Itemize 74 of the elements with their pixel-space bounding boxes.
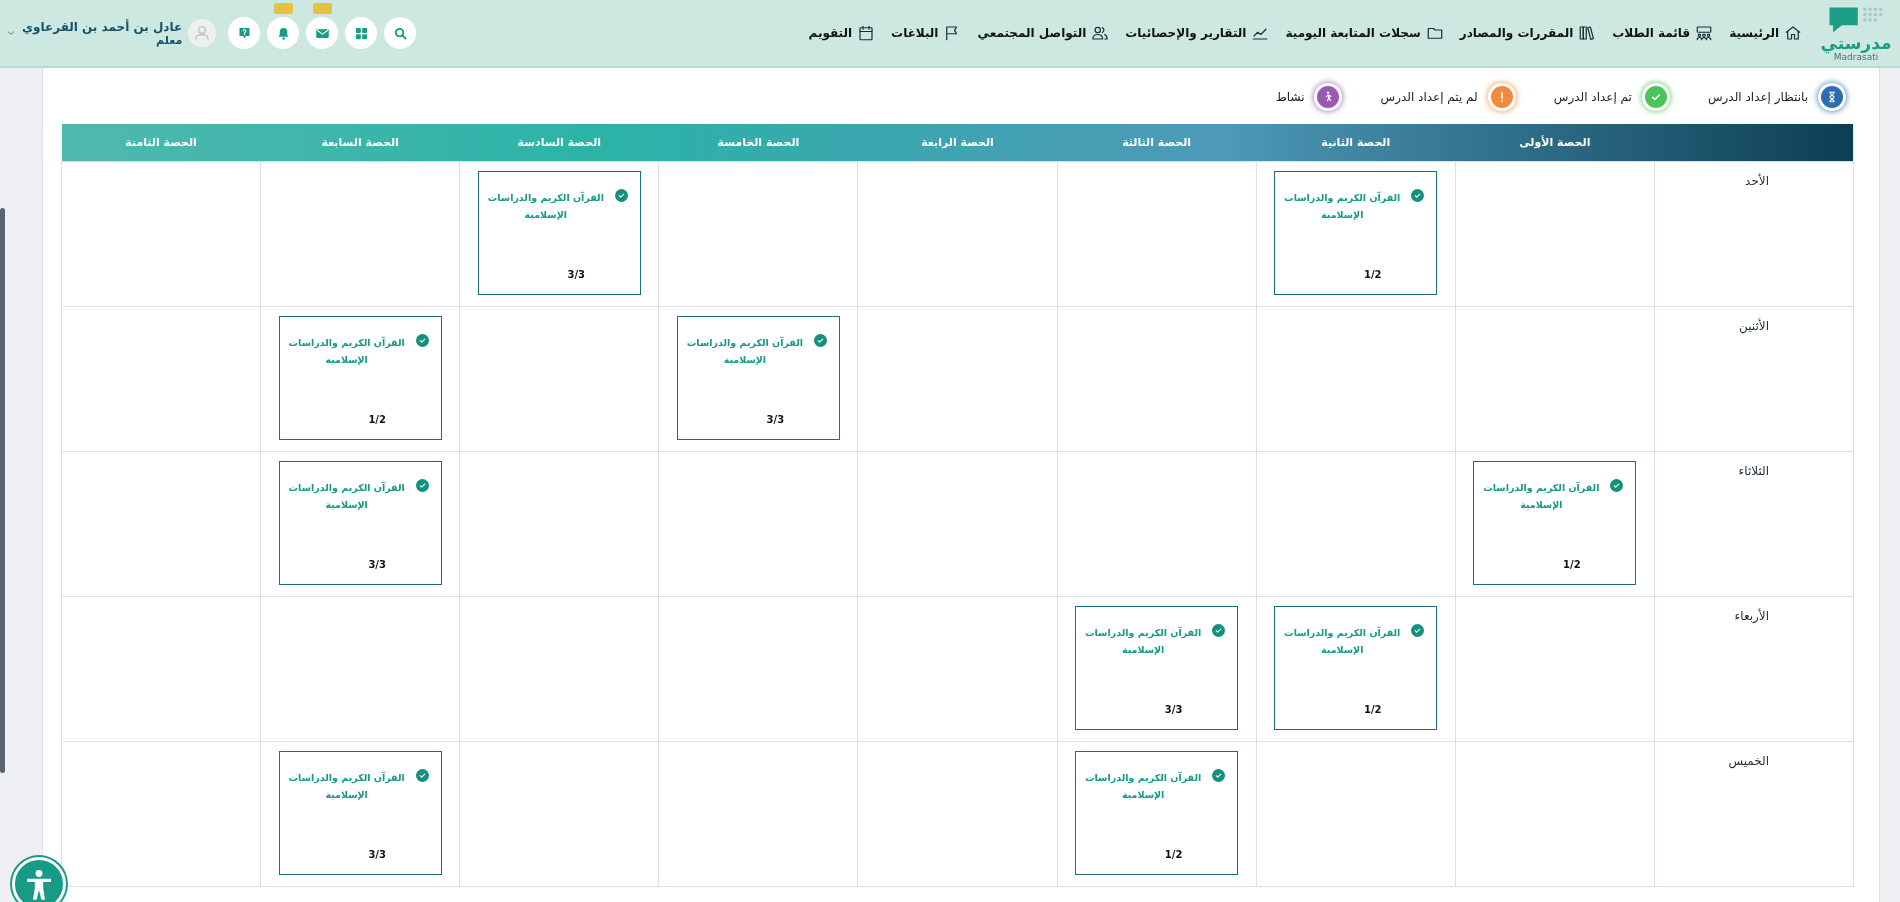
legend-label: بانتظار إعداد الدرس <box>1707 90 1808 104</box>
calendar-icon <box>857 24 876 42</box>
column-header: الحصة الثالثة <box>1057 124 1257 162</box>
lesson-subject: القرآن الكريم والدراسات الإسلامية <box>287 770 406 802</box>
lesson-subject: القرآن الكريم والدراسات الإسلامية <box>1084 625 1203 657</box>
lesson-subject: القرآن الكريم والدراسات الإسلامية <box>287 480 406 512</box>
column-header: الحصة الرابعة <box>857 124 1058 162</box>
check-icon <box>813 334 827 347</box>
nav-link[interactable]: التقويم <box>808 24 876 42</box>
legend-label: لم يتم إعداد الدرس <box>1380 90 1478 104</box>
column-header: الحصة الأولى <box>1455 124 1655 162</box>
legend-label: تم إعداد الدرس <box>1553 90 1632 104</box>
lesson-count: 1/2 <box>1562 559 1582 570</box>
column-header: الحصة الثامنة <box>61 124 261 162</box>
notification-badge <box>273 3 293 14</box>
help-button[interactable] <box>228 17 261 49</box>
lesson-subject: القرآن الكريم والدراسات الإسلامية <box>287 335 406 367</box>
column-header: الحصة الخامسة <box>658 124 858 162</box>
people-icon <box>1695 24 1714 42</box>
nav-link[interactable]: المقررات والمصادر <box>1459 24 1597 42</box>
check-icon <box>415 769 429 782</box>
column-header: الحصة السادسة <box>459 124 659 162</box>
nav-link[interactable]: سجلات المتابعة اليومية <box>1285 24 1444 42</box>
people-icon <box>1091 24 1110 42</box>
lesson-count: 3/3 <box>367 849 387 860</box>
check-icon <box>1212 624 1226 637</box>
nav-link[interactable]: التواصل المجتمعي <box>977 24 1110 42</box>
user-role: معلم <box>156 33 183 47</box>
check-icon <box>614 189 628 202</box>
lesson-subject: القرآن الكريم والدراسات الإسلامية <box>685 335 804 367</box>
lesson-count: 3/3 <box>566 269 587 280</box>
user-name: عادل بن أحمد بن القرعاوي <box>22 19 183 34</box>
day-label: الثلاثاء <box>1654 451 1854 597</box>
lesson-count: 3/3 <box>765 414 786 425</box>
lesson-count: 3/3 <box>367 559 387 570</box>
notification-badge <box>312 3 332 14</box>
lesson-count: 3/3 <box>1163 704 1184 715</box>
lesson-count: 1/2 <box>367 414 387 425</box>
nav-link[interactable]: البلاغات <box>891 24 962 42</box>
check-icon <box>415 479 429 492</box>
column-header: الحصة الثانية <box>1256 124 1456 162</box>
search-icon <box>392 25 408 41</box>
check-icon <box>1411 189 1425 202</box>
lesson-subject: القرآن الكريم والدراسات الإسلامية <box>1283 190 1402 222</box>
search-button[interactable] <box>384 17 417 49</box>
lesson-subject: القرآن الكريم والدراسات الإسلامية <box>1482 480 1601 512</box>
chevron-down-icon <box>6 28 16 38</box>
scrollbar[interactable] <box>0 208 5 773</box>
legend-label: نشاط <box>1275 90 1305 104</box>
lesson-count: 1/2 <box>1362 269 1383 280</box>
grid-button[interactable] <box>345 17 378 49</box>
nav-link[interactable]: التقارير والإحصائيات <box>1125 24 1270 42</box>
check-icon <box>415 334 429 347</box>
lesson-count: 1/2 <box>1163 849 1184 860</box>
nav-link[interactable]: قائمة الطلاب <box>1612 24 1714 42</box>
lesson-subject: القرآن الكريم والدراسات الإسلامية <box>1084 770 1203 802</box>
books-icon <box>1578 24 1597 42</box>
lesson-subject: القرآن الكريم والدراسات الإسلامية <box>486 190 605 222</box>
day-label: الأربعاء <box>1654 596 1854 742</box>
grid-icon <box>353 25 369 41</box>
check-icon <box>1610 479 1624 492</box>
day-label: الخميس <box>1654 741 1854 887</box>
bell-button[interactable] <box>267 17 300 49</box>
check-icon <box>1411 624 1425 637</box>
house-icon <box>1784 24 1802 42</box>
envelope-button[interactable] <box>306 17 339 49</box>
lesson-subject: القرآن الكريم والدراسات الإسلامية <box>1283 625 1402 657</box>
day-label: الأحد <box>1654 161 1854 307</box>
accessibility-button[interactable] <box>12 857 66 902</box>
nav-link[interactable]: الرئيسية <box>1729 24 1802 42</box>
check-icon <box>1212 769 1226 782</box>
column-header: الحصة السابعة <box>260 124 460 162</box>
lesson-count: 1/2 <box>1362 704 1383 715</box>
day-label: الأثنين <box>1654 306 1854 452</box>
